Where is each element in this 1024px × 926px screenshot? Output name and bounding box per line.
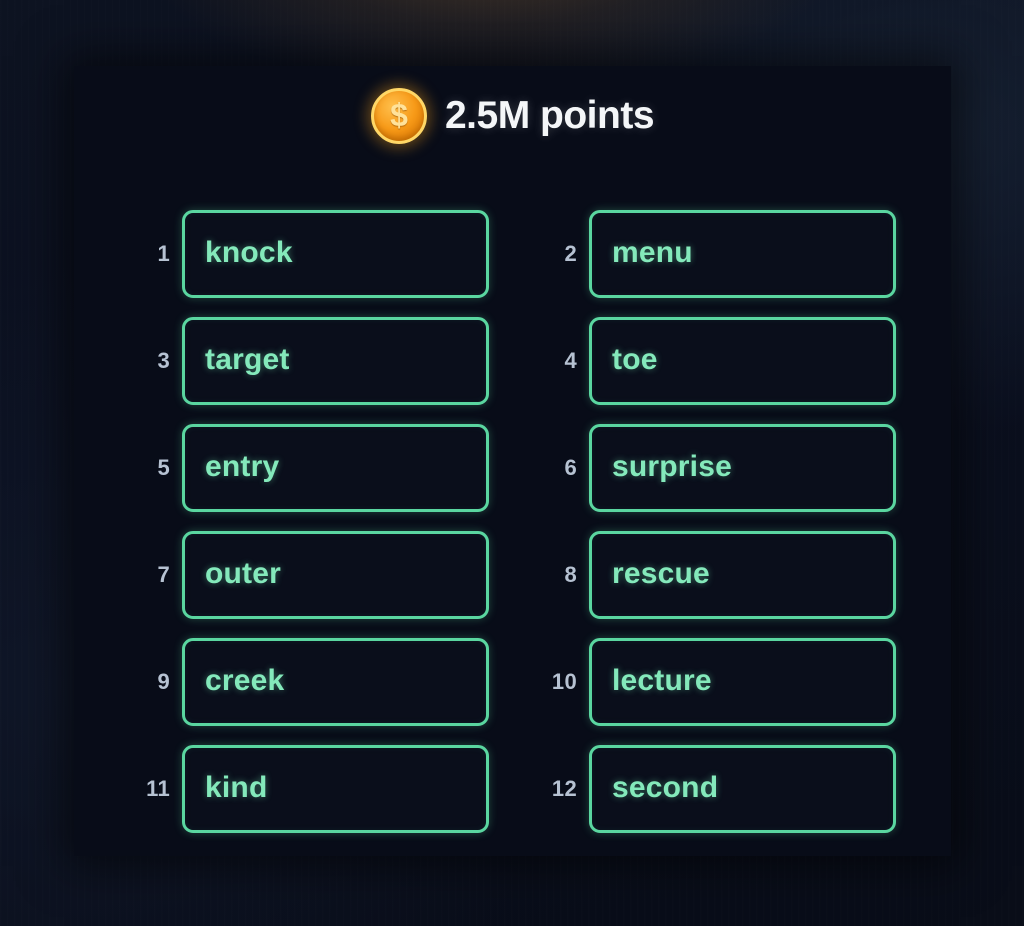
word-box[interactable]: kind [182,745,489,833]
word-row: 8 rescue [543,531,896,619]
word-index: 3 [157,348,170,373]
word-index: 4 [564,348,577,373]
word-text: entry [205,450,280,483]
word-index: 9 [157,669,170,694]
word-index: 7 [157,562,170,587]
word-box[interactable]: creek [182,638,489,726]
word-row: 9 creek [136,638,489,726]
word-text: rescue [612,557,710,590]
word-row: 10 lecture [543,638,896,726]
dollar-sign-glyph: $ [390,97,408,133]
word-index: 2 [564,241,577,266]
word-text: target [205,343,290,376]
word-index: 12 [551,776,577,801]
word-row: 2 menu [543,210,896,298]
word-text: creek [205,664,285,697]
word-index: 5 [157,455,170,480]
word-index: 8 [564,562,577,587]
word-row: 5 entry [136,424,489,512]
word-index: 10 [551,669,577,694]
word-text: lecture [612,664,712,697]
word-text: menu [612,236,693,269]
word-list-panel: $ 2.5M points 1 knock 2 menu 3 target 4 … [74,66,951,856]
word-box[interactable]: lecture [589,638,896,726]
word-row: 1 knock [136,210,489,298]
word-text: kind [205,771,268,804]
word-box[interactable]: second [589,745,896,833]
word-index: 1 [157,241,170,266]
word-row: 7 outer [136,531,489,619]
word-row: 6 surprise [543,424,896,512]
word-row: 3 target [136,317,489,405]
word-box[interactable]: knock [182,210,489,298]
word-row: 4 toe [543,317,896,405]
app-screen: $ 2.5M points 1 knock 2 menu 3 target 4 … [0,0,1024,926]
word-box[interactable]: target [182,317,489,405]
word-box[interactable]: entry [182,424,489,512]
word-text: toe [612,343,658,376]
word-grid: 1 knock 2 menu 3 target 4 toe 5 entry 6 … [136,210,896,833]
word-box[interactable]: surprise [589,424,896,512]
word-text: second [612,771,719,804]
word-box[interactable]: menu [589,210,896,298]
word-box[interactable]: toe [589,317,896,405]
word-index: 11 [146,776,170,801]
word-row: 12 second [543,745,896,833]
word-box[interactable]: outer [182,531,489,619]
word-row: 11 kind [136,745,489,833]
coin-dollar-icon: $ [370,88,427,144]
points-header: $ 2.5M points [74,88,951,144]
word-text: surprise [612,450,732,483]
word-text: knock [205,236,293,269]
word-text: outer [205,557,281,590]
word-index: 6 [564,455,577,480]
word-box[interactable]: rescue [589,531,896,619]
points-label: 2.5M points [444,94,655,137]
